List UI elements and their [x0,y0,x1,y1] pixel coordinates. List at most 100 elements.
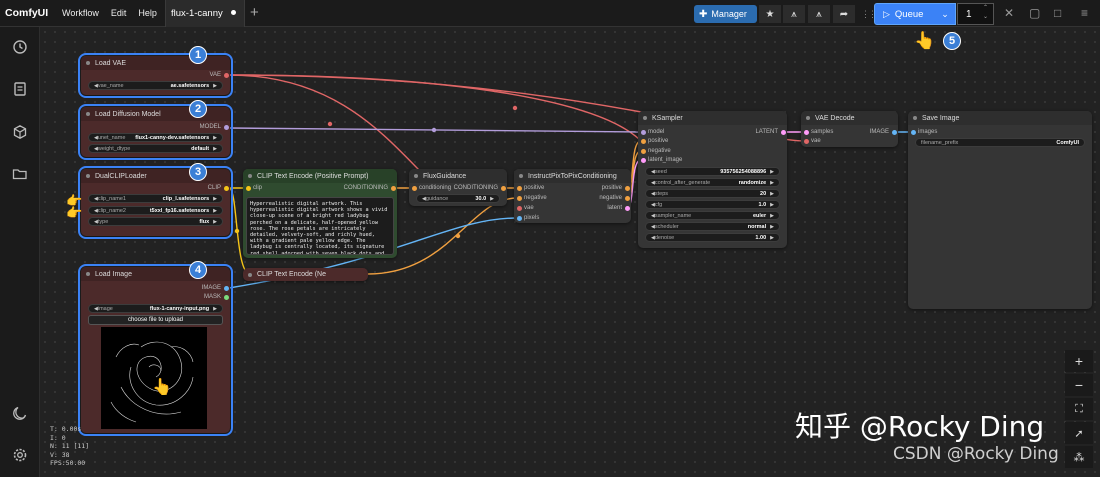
watermark-zhihu: 知乎 @Rocky Ding [795,410,1045,443]
input-label: negative [524,195,547,201]
widget-label: cfg [654,201,663,208]
node-instruct-pix2pix[interactable]: InstructPixToPixConditioning positive ne… [514,169,631,223]
input-label: clip [253,185,263,191]
arrow-right-icon[interactable]: ▶ [213,219,217,225]
node-load-vae[interactable]: Load VAE VAE ◀ vae_name ae.safetensors ▶ [78,53,233,98]
pointing-hand-icon: 👆 [914,31,936,50]
input-pin[interactable] [804,130,809,135]
node-clip-text-encode-positive[interactable]: CLIP Text Encode (Positive Prompt) clip … [243,169,397,258]
input-pin[interactable] [804,139,809,144]
input-pin[interactable] [641,139,646,144]
arrow-right-icon[interactable]: ▶ [213,208,217,214]
widget-label: scheduler [654,223,679,230]
input-pin[interactable] [517,216,522,221]
control-after-generate-widget[interactable]: ◀ control_after_generate randomize ▶ [645,178,780,187]
output-pin[interactable] [625,196,630,201]
arrow-right-icon[interactable]: ▶ [770,180,774,186]
output-pin[interactable] [892,130,897,135]
node-title: Load VAE [81,56,230,70]
zoom-out-button[interactable]: − [1065,374,1093,396]
input-pin[interactable] [246,186,251,191]
node-load-image[interactable]: Load Image IMAGE MASK ◀ image flux-1-cann… [78,264,233,436]
arrow-right-icon[interactable]: ▶ [213,306,217,312]
weight-dtype-widget[interactable]: ◀ weight_dtype default ▶ [88,144,223,153]
denoise-widget[interactable]: ◀ denoise 1.00 ▶ [645,233,780,242]
pointing-hand-icon: 👆 [152,379,172,396]
output-pin[interactable] [781,130,786,135]
step-badge-1: 1 [189,46,207,64]
prompt-textarea[interactable]: Hyperrealistic digital artwork. This hyp… [246,197,394,255]
input-pin[interactable] [641,158,646,163]
unet-name-widget[interactable]: ◀ unet_name flux1-canny-dev.safetensors ▶ [88,133,223,142]
output-label: LATENT [755,129,778,135]
node-load-diffusion-model[interactable]: Load Diffusion Model MODEL ◀ unet_name fl… [78,104,233,160]
node-clip-text-encode-negative[interactable]: CLIP Text Encode (Ne [243,268,368,281]
widget-value: ComfyUI [1056,139,1079,146]
select-mode-button[interactable]: ➚ [1065,422,1093,444]
stat-vertices: V: 38 [50,450,70,459]
output-pin[interactable] [224,286,229,291]
image-widget[interactable]: ◀ image flux-1-canny-input.png ▶ [88,304,223,313]
input-pin[interactable] [517,186,522,191]
output-label: IMAGE [201,285,221,291]
widget-label: vae_name [97,82,124,89]
node-save-image[interactable]: Save Image images filename_prefix ComfyU… [908,111,1092,309]
clip-name2-widget[interactable]: ◀ clip_name2 t5xxl_fp16.safetensors ▶ [88,206,223,215]
output-pin[interactable] [224,125,229,130]
input-pin[interactable] [911,130,916,135]
sampler-name-widget[interactable]: ◀ sampler_name euler ▶ [645,211,780,220]
widget-value: 1.00 [755,234,767,241]
seed-widget[interactable]: ◀ seed 935756254088896 ▶ [645,167,780,176]
clip-name1-widget[interactable]: ◀ clip_name1 clip_l.safetensors ▶ [88,194,223,203]
output-pin[interactable] [224,295,229,300]
input-pin[interactable] [412,186,417,191]
output-label: CONDITIONING [343,185,388,191]
output-pin[interactable] [224,73,229,78]
arrow-right-icon[interactable]: ▶ [770,202,774,208]
pointing-hand-icon: 👉 [66,205,83,220]
node-flux-guidance[interactable]: FluxGuidance conditioning CONDITIONING ◀… [409,169,507,206]
arrow-right-icon[interactable]: ▶ [770,235,774,241]
toggle-links-button[interactable]: ⁂ [1065,446,1093,468]
arrow-right-icon[interactable]: ▶ [770,169,774,175]
input-pin[interactable] [517,196,522,201]
steps-widget[interactable]: ◀ steps 20 ▶ [645,189,780,198]
widget-value: euler [752,212,767,219]
output-pin[interactable] [501,186,506,191]
upload-button[interactable]: choose file to upload [88,315,223,325]
input-label: vae [524,205,534,211]
input-pin[interactable] [641,149,646,154]
cfg-widget[interactable]: ◀ cfg 1.0 ▶ [645,200,780,209]
input-pin[interactable] [641,130,646,135]
arrow-right-icon[interactable]: ▶ [213,83,217,89]
arrow-right-icon[interactable]: ▶ [770,213,774,219]
scheduler-widget[interactable]: ◀ scheduler normal ▶ [645,222,780,231]
node-title: CLIP Text Encode (Ne [243,268,368,281]
output-pin[interactable] [625,186,630,191]
arrow-right-icon[interactable]: ▶ [213,135,217,141]
widget-value: 1.0 [758,201,767,208]
output-label: positive [601,185,622,191]
vae-link [228,74,421,172]
type-widget[interactable]: ◀ type flux ▶ [88,217,223,226]
output-pin[interactable] [625,206,630,211]
arrow-right-icon[interactable]: ▶ [490,196,494,202]
arrow-right-icon[interactable]: ▶ [770,191,774,197]
node-dual-clip-loader[interactable]: DualCLIPLoader CLIP ◀ clip_name1 clip_l.s… [78,166,233,239]
vae-name-widget[interactable]: ◀ vae_name ae.safetensors ▶ [88,81,223,90]
filename-prefix-widget[interactable]: filename_prefix ComfyUI [915,138,1085,147]
output-pin[interactable] [224,186,229,191]
guidance-widget[interactable]: ◀ guidance 30.0 ▶ [416,194,500,203]
input-label: negative [648,148,671,154]
zoom-in-button[interactable]: + [1065,350,1093,372]
arrow-right-icon[interactable]: ▶ [770,224,774,230]
widget-value: ae.safetensors [170,82,210,89]
arrow-right-icon[interactable]: ▶ [213,146,217,152]
input-pin[interactable] [517,206,522,211]
output-pin[interactable] [391,186,396,191]
step-badge-2: 2 [189,100,207,118]
node-ksampler[interactable]: KSampler model positive negative latent_… [638,111,787,248]
node-vae-decode[interactable]: VAE Decode samples vae IMAGE [801,111,898,147]
fit-view-button[interactable]: ⛶ [1065,398,1093,420]
arrow-right-icon[interactable]: ▶ [213,196,217,202]
